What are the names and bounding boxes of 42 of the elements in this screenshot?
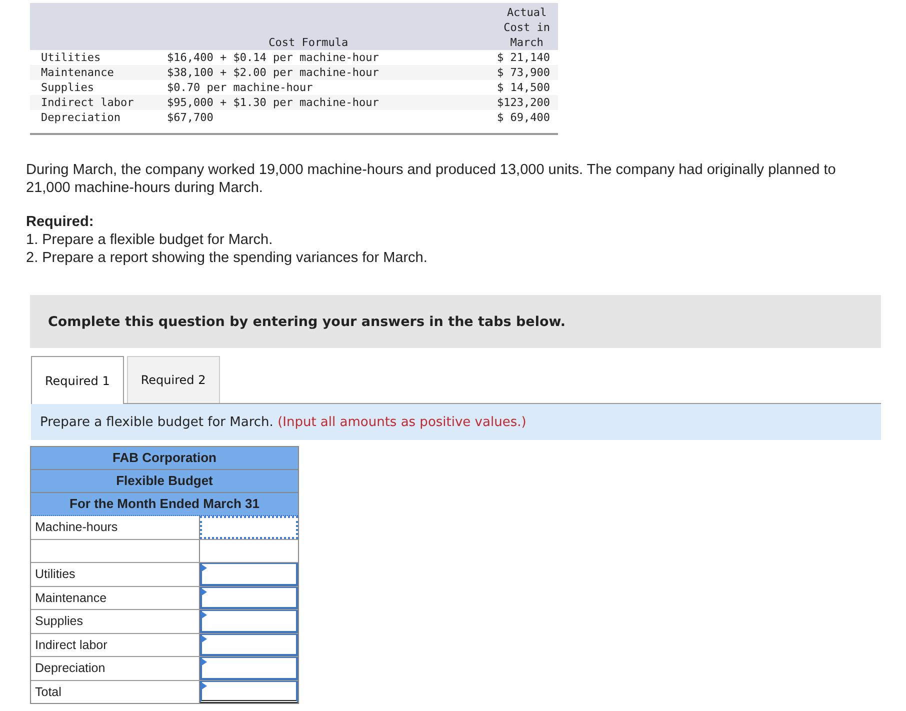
marker-icon — [201, 658, 207, 666]
table-cell-text: $ 21,140 — [496, 50, 551, 65]
input-field[interactable] — [200, 563, 298, 586]
input-field[interactable] — [200, 657, 298, 680]
table-cell-text: $0.70 per machine-hour — [167, 80, 314, 95]
banner-text: Complete this question by entering your answers in the tabs below. — [48, 314, 566, 330]
marker-icon — [201, 588, 207, 596]
requirement-text: 2. Prepare a report showing the spending variances for March. — [26, 249, 428, 267]
input-field[interactable] — [200, 634, 298, 656]
table-cell-text: $ 73,900 — [496, 65, 551, 80]
input-field[interactable] — [200, 680, 298, 703]
table-cell-text: $67,700 — [167, 110, 214, 125]
table-cell-text: $95,000 + $1.30 per machine-hour — [167, 95, 380, 110]
table-cell-text: $38,100 + $2.00 per machine-hour — [167, 65, 380, 80]
table-cell-text: $16,400 + $0.14 per machine-hour — [167, 50, 380, 65]
prompt-text: Prepare a flexible budget for March. (Input all amounts as positive values.) — [40, 414, 526, 430]
tab[interactable]: Required 2 — [126, 356, 220, 403]
marker-icon — [201, 611, 207, 619]
table-cell-text: Indirect labor — [40, 95, 135, 110]
input-field[interactable] — [200, 610, 298, 632]
input-field[interactable] — [200, 516, 298, 538]
budget-title: For the Month Ended March 31 — [31, 493, 298, 516]
required-heading: Required: — [26, 213, 95, 231]
input-field[interactable] — [200, 586, 298, 609]
column-header: Cost Formula — [268, 35, 350, 50]
table-cell-text: Maintenance — [40, 65, 115, 80]
table-cell-text: Supplies — [40, 80, 95, 95]
table-cell-text: $ 69,400 — [496, 110, 551, 125]
table-cell-text: Depreciation — [40, 110, 122, 125]
table-cell-text: $123,200 — [496, 95, 551, 110]
table-cell-text: Utilities — [40, 50, 102, 65]
marker-icon — [201, 564, 207, 572]
budget-title: Flexible Budget — [31, 470, 298, 493]
requirement-text: 1. Prepare a flexible budget for March. — [26, 231, 274, 249]
marker-icon — [201, 634, 207, 642]
budget-title: FAB Corporation — [31, 447, 298, 470]
marker-icon — [201, 682, 207, 690]
column-header: Actual Cost in March — [502, 5, 551, 50]
table-cell-text: $ 14,500 — [496, 80, 551, 95]
problem-text: 21,000 machine-hours during March. — [26, 179, 264, 197]
tab[interactable]: Required 1 — [31, 356, 124, 404]
problem-text: During March, the company worked 19,000 machine-hours and produced 13,000 units. The company had originally planned to — [26, 161, 837, 179]
